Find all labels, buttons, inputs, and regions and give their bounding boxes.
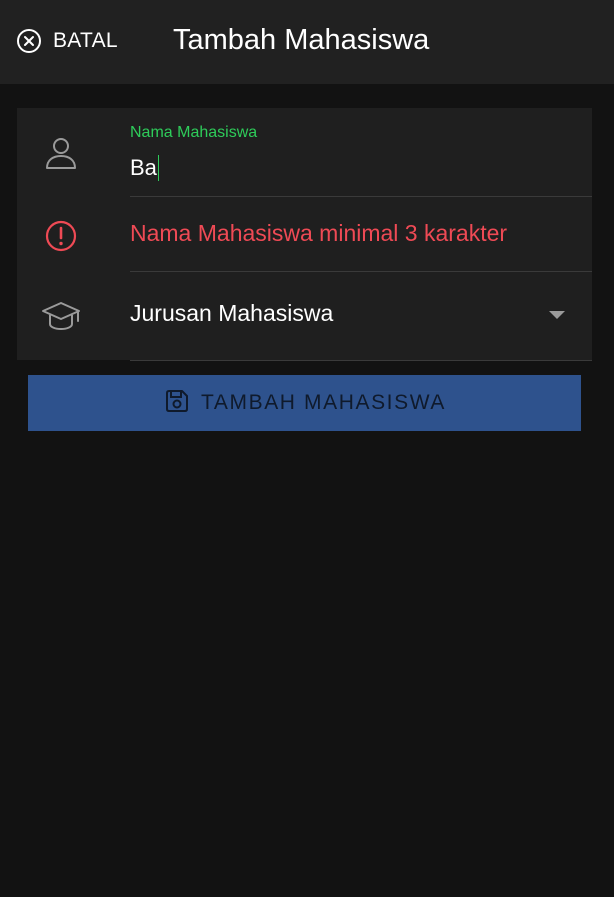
error-divider <box>130 271 592 272</box>
cancel-label: BATAL <box>53 29 118 52</box>
floppy-disk-icon <box>163 387 191 420</box>
major-select[interactable]: Jurusan Mahasiswa <box>130 300 333 327</box>
name-input[interactable]: Ba <box>130 152 550 184</box>
add-student-button-label: TAMBAH MAHASISWA <box>201 391 446 414</box>
name-field-divider <box>130 196 592 197</box>
chevron-down-icon[interactable] <box>549 311 565 319</box>
name-error-message: Nama Mahasiswa minimal 3 karakter <box>130 220 508 246</box>
alert-circle-icon <box>44 219 78 253</box>
close-circle-icon <box>16 28 42 54</box>
select-divider <box>130 360 592 361</box>
cancel-button[interactable]: BATAL <box>16 27 118 55</box>
person-icon <box>42 134 80 172</box>
name-input-value: Ba <box>130 155 157 180</box>
graduation-cap-icon <box>40 298 82 336</box>
add-student-button[interactable]: TAMBAH MAHASISWA <box>28 375 581 431</box>
text-caret <box>157 155 159 181</box>
name-field-label: Nama Mahasiswa <box>130 124 258 141</box>
app-bar: BATAL Tambah Mahasiswa <box>0 0 614 84</box>
page-title: Tambah Mahasiswa <box>173 24 430 56</box>
